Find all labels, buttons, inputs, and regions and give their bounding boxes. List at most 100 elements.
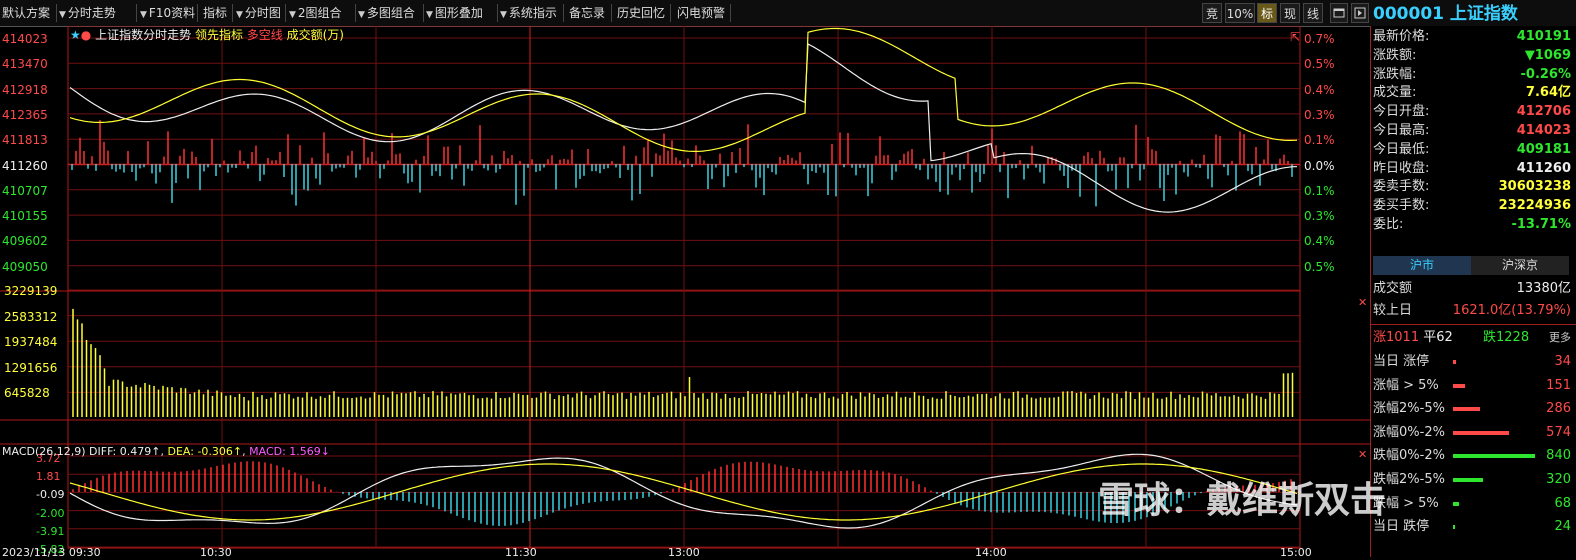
expand-icon[interactable]: ⇱ <box>1290 30 1300 44</box>
toolbar-item-indicator[interactable]: 指标 <box>203 3 227 23</box>
pct-axis-label: 0.7% <box>1304 32 1335 46</box>
volume-axis-label: 2583312 <box>4 309 58 324</box>
toolbar-btn-bid[interactable]: 竞 <box>1202 3 1222 23</box>
price-axis-label: 412918 <box>2 82 48 97</box>
price-axis-label: 410707 <box>2 183 48 198</box>
turnover-change-row: 较上日 1621.0亿(13.79%) <box>1373 303 1571 318</box>
breadth-row: 涨1011 平62 跌1228 更多 <box>1373 328 1571 347</box>
toolbar-item-f10[interactable]: ▼ F10资料 <box>140 3 195 23</box>
volume-bars <box>72 308 1294 417</box>
macd-axis-label: -3.91 <box>36 524 65 538</box>
time-axis-label: 2023/11/13 09:30 <box>2 546 101 559</box>
price-axis-label: 411813 <box>2 133 48 148</box>
pct-axis-label: 0.4% <box>1304 234 1335 249</box>
toolbar-btn-line[interactable]: 线 <box>1303 3 1323 23</box>
time-axis-label: 10:30 <box>200 546 232 559</box>
volume-axis-label: 1937484 <box>4 335 58 350</box>
toolbar-item-history[interactable]: 历史回忆 <box>617 3 665 23</box>
turnover-row: 成交额 13380亿 <box>1373 281 1571 296</box>
quote-row: 今日开盘: 412706 <box>1373 104 1571 120</box>
quote-row: 涨跌额: ▼1069 <box>1373 47 1571 63</box>
macd-axis-label: -0.09 <box>36 488 65 502</box>
close-macd-icon[interactable]: ✕ <box>1358 448 1367 462</box>
pct-axis-label: 0.1% <box>1304 133 1335 148</box>
breadth-bar <box>1453 454 1535 459</box>
price-axis-label: 409602 <box>2 234 48 249</box>
quote-row: 委买手数: 23224936 <box>1373 198 1571 214</box>
watermark: 雪球：戴维斯双击 <box>1098 480 1387 521</box>
breadth-bar <box>1453 407 1480 412</box>
toolbar-btn-mark[interactable]: 标 <box>1257 3 1277 23</box>
breadth-bar <box>1453 525 1455 530</box>
macd-axis-label: 1.81 <box>36 470 61 484</box>
market-tabs: 沪市 沪深京 <box>1373 256 1569 275</box>
pct-axis-label: 0.0% <box>1304 158 1335 173</box>
quote-row: 委卖手数: 30603238 <box>1373 179 1571 195</box>
breadth-bar <box>1453 383 1465 388</box>
breadth-stat-row: 跌幅0%-2% 840 <box>1373 448 1571 464</box>
time-axis-label: 14:00 <box>975 546 1007 559</box>
toolbar-item-alert[interactable]: 闪电预警 <box>677 3 725 23</box>
price-axis-label: 410155 <box>2 209 48 224</box>
quote-row: 涨跌幅: -0.26% <box>1373 66 1571 82</box>
breadth-stat-row: 跌幅2%-5% 320 <box>1373 472 1571 487</box>
stock-code: 000001 上证指数 <box>1373 4 1518 24</box>
breadth-bar <box>1453 430 1509 435</box>
volume-axis-label: 645828 <box>4 386 50 401</box>
breadth-stat-row: 当日 涨停 34 <box>1373 354 1571 369</box>
quote-row: 最新价格: 410191 <box>1373 29 1571 44</box>
price-axis-label: 411260 <box>2 158 48 173</box>
tab-shanghai[interactable]: 沪市 <box>1373 256 1471 275</box>
dropdown-arrow-icon: ▼ <box>140 10 147 20</box>
pct-axis-label: 0.5% <box>1304 57 1335 72</box>
quote-row: 昨日收盘: 411260 <box>1373 160 1571 176</box>
dropdown-arrow-icon: ▼ <box>426 10 433 20</box>
breadth-stat-row: 涨幅2%-5% 286 <box>1373 401 1571 417</box>
price-axis-label: 413470 <box>2 57 48 72</box>
pct-axis-label: 0.1% <box>1304 183 1335 198</box>
time-axis-label: 13:00 <box>668 546 700 559</box>
toolbar-item-system[interactable]: ▼ 系统指示 <box>500 3 557 23</box>
toolbar-item-intraday[interactable]: ▼ 分时走势 <box>59 3 116 23</box>
chart-legend: ★● 上证指数分时走势 领先指标 多空线 成交额(万) <box>70 28 344 42</box>
volume-axis-label: 3229139 <box>4 284 58 298</box>
breadth-bar <box>1453 478 1483 482</box>
toolbar-item-2chart[interactable]: ▼ 2图组合 <box>289 3 342 23</box>
quote-row: 委比: -13.71% <box>1373 217 1571 232</box>
time-axis-label: 15:00 <box>1280 546 1312 559</box>
breadth-stat-row: 当日 跌停 24 <box>1373 519 1571 535</box>
breadth-stat-row: 涨幅 > 5% 151 <box>1373 377 1571 393</box>
breadth-stat-row: 跌幅 > 5% 68 <box>1373 495 1571 511</box>
macd-legend: MACD(26,12,9) DIFF: 0.479↑, DEA: -0.306↑… <box>2 445 331 458</box>
price-bars <box>71 120 1293 207</box>
pct-axis-label: 0.3% <box>1304 107 1335 122</box>
toolbar: 默认方案 ▼ 分时走势 ▼ F10资料 指标 ▼ 分时图 ▼ 2图组合 ▼ 多图组合 ▼ 图… <box>0 0 1576 27</box>
breadth-bar <box>1453 501 1459 506</box>
close-panel-icon[interactable] <box>1351 3 1369 23</box>
toolbar-item-scheme[interactable]: 默认方案 <box>2 3 50 23</box>
toolbar-item-memo[interactable]: 备忘录 <box>569 3 605 23</box>
pct-axis-label: 0.4% <box>1304 82 1335 97</box>
quote-row: 今日最低: 409181 <box>1373 141 1571 157</box>
breadth-bar <box>1453 360 1456 364</box>
price-axis-label: 414023 <box>2 32 48 46</box>
toolbar-item-chart[interactable]: ▼ 分时图 <box>236 3 281 23</box>
close-vol-icon[interactable]: ✕ <box>1358 296 1367 310</box>
dropdown-arrow-icon: ▼ <box>358 10 365 20</box>
toolbar-item-multichart[interactable]: ▼ 多图组合 <box>358 3 415 23</box>
quote-row: 今日最高: 414023 <box>1373 123 1571 138</box>
restore-icon[interactable] <box>1330 3 1348 23</box>
price-axis-label: 409050 <box>2 259 48 274</box>
toolbar-btn-now[interactable]: 现 <box>1280 3 1300 23</box>
macd-axis-label: -2.00 <box>36 506 65 520</box>
toolbar-item-overlay[interactable]: ▼ 图形叠加 <box>426 3 483 23</box>
price-axis-label: 412365 <box>2 107 48 122</box>
star-icon[interactable]: ★ <box>70 28 81 42</box>
breadth-stat-row: 涨幅0%-2% 574 <box>1373 424 1571 440</box>
quote-panel: 最新价格: 410191 涨跌额: ▼1069 涨跌幅: -0.26% 成交量: 7.64亿今… <box>1370 26 1576 557</box>
dot-icon: ● <box>80 28 92 42</box>
dropdown-arrow-icon: ▼ <box>236 10 243 20</box>
tab-all-markets[interactable]: 沪深京 <box>1471 256 1569 275</box>
toolbar-btn-10pct[interactable]: 10% <box>1225 3 1255 23</box>
more-link[interactable]: 更多 <box>1549 328 1571 347</box>
